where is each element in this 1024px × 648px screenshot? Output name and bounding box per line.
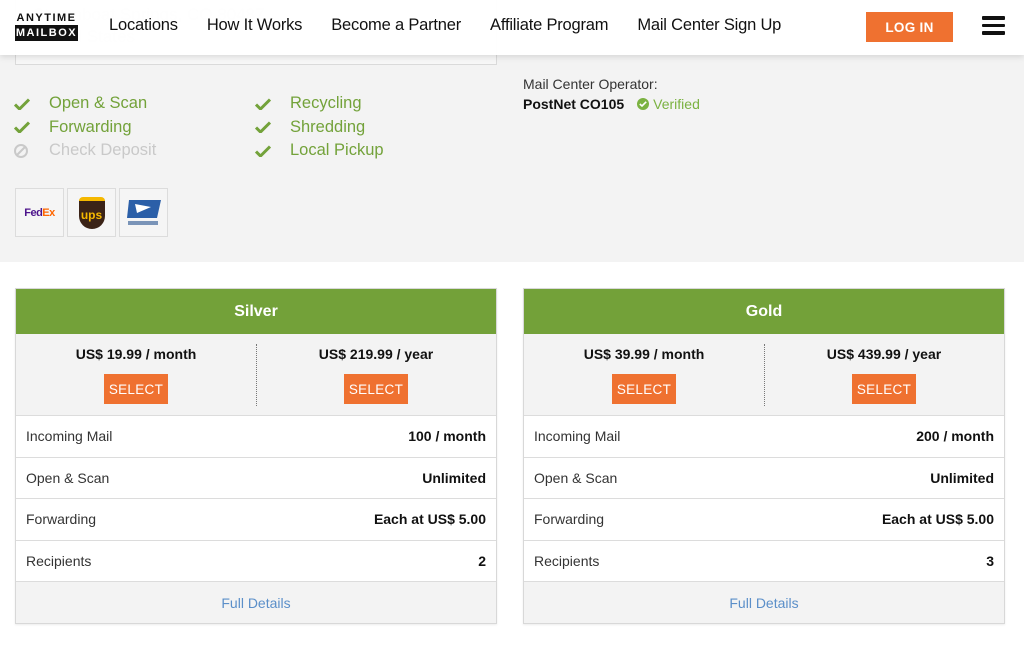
feature-label: Shredding <box>290 117 366 136</box>
feature-check-deposit: Check Deposit <box>14 139 234 163</box>
feature-label: Recycling <box>290 94 362 113</box>
feature-open-scan: Open & Scan <box>14 92 234 116</box>
mail-center-operator: Mail Center Operator: PostNet CO105 Veri… <box>523 76 700 112</box>
monthly-price-option: US$ 19.99 / month SELECT <box>16 334 256 415</box>
verified-badge: Verified <box>637 96 700 112</box>
price-divider <box>764 344 765 406</box>
nav-affiliate-program[interactable]: Affiliate Program <box>490 16 608 35</box>
site-header: ANYTIME MAILBOX Locations How It Works B… <box>0 0 1024 55</box>
price-row: US$ 19.99 / month SELECT US$ 219.99 / ye… <box>16 334 496 416</box>
nav-locations[interactable]: Locations <box>109 16 178 35</box>
feature-column-1: Open & Scan Forwarding Check Deposit <box>14 92 234 163</box>
plan-feature-row: Incoming Mail 200 / month <box>524 416 1004 458</box>
feature-label: Check Deposit <box>49 141 157 160</box>
check-icon <box>14 121 49 134</box>
plan-feature-row: Forwarding Each at US$ 5.00 <box>16 499 496 541</box>
plan-title: Gold <box>524 289 1004 334</box>
login-button[interactable]: LOG IN <box>866 12 953 42</box>
nav-become-a-partner[interactable]: Become a Partner <box>331 16 461 35</box>
feature-column-2: Recycling Shredding Local Pickup <box>255 92 475 163</box>
feature-forwarding: Forwarding <box>14 116 234 140</box>
plan-feature-row: Recipients 2 <box>16 541 496 582</box>
feature-label: Forwarding <box>49 117 132 136</box>
feature-label: Open & Scan <box>49 94 148 113</box>
price-divider <box>256 344 257 406</box>
feature-shredding: Shredding <box>255 116 475 140</box>
plan-footer: Full Details <box>16 582 496 623</box>
carrier-logos: FedEx ups <box>15 188 168 237</box>
ban-icon <box>14 143 49 158</box>
monthly-price: US$ 19.99 / month <box>75 346 197 362</box>
plan-feature-row: Recipients 3 <box>524 541 1004 582</box>
check-icon <box>255 121 290 134</box>
plan-title: Silver <box>16 289 496 334</box>
nav-how-it-works[interactable]: How It Works <box>207 16 303 35</box>
select-yearly-button[interactable]: SELECT <box>344 374 408 404</box>
ups-logo: ups <box>67 188 116 237</box>
feature-recycling: Recycling <box>255 92 475 116</box>
verified-label: Verified <box>653 96 700 112</box>
feature-label: Local Pickup <box>290 141 384 160</box>
plan-card-silver: Silver US$ 19.99 / month SELECT US$ 219.… <box>15 288 497 624</box>
yearly-price-option: US$ 219.99 / year SELECT <box>256 334 496 415</box>
plan-feature-row: Open & Scan Unlimited <box>16 458 496 499</box>
plan-card-gold: Gold US$ 39.99 / month SELECT US$ 439.99… <box>523 288 1005 624</box>
nav-mail-center-sign-up[interactable]: Mail Center Sign Up <box>637 16 781 35</box>
plan-feature-row: Open & Scan Unlimited <box>524 458 1004 499</box>
check-icon <box>255 98 290 110</box>
verified-check-icon <box>637 98 650 110</box>
monthly-price-option: US$ 39.99 / month SELECT <box>524 334 764 415</box>
monthly-price: US$ 39.99 / month <box>583 346 705 362</box>
yearly-price: US$ 439.99 / year <box>826 346 942 362</box>
main-nav: Locations How It Works Become a Partner … <box>109 16 810 35</box>
yearly-price: US$ 219.99 / year <box>318 346 434 362</box>
check-icon <box>255 145 290 157</box>
anytime-mailbox-logo[interactable]: ANYTIME MAILBOX <box>15 12 78 41</box>
price-row: US$ 39.99 / month SELECT US$ 439.99 / ye… <box>524 334 1004 416</box>
select-yearly-button[interactable]: SELECT <box>852 374 916 404</box>
plan-feature-row: Forwarding Each at US$ 5.00 <box>524 499 1004 541</box>
operator-label: Mail Center Operator: <box>523 76 658 92</box>
yearly-price-option: US$ 439.99 / year SELECT <box>764 334 1004 415</box>
operator-name: PostNet CO105 <box>523 96 625 112</box>
page: Steamboat Springs, CO 80487 United State… <box>0 0 1024 648</box>
select-monthly-button[interactable]: SELECT <box>104 374 168 404</box>
feature-local-pickup: Local Pickup <box>255 139 475 163</box>
plan-feature-row: Incoming Mail 100 / month <box>16 416 496 458</box>
plan-footer: Full Details <box>524 582 1004 623</box>
full-details-link[interactable]: Full Details <box>221 595 290 611</box>
fedex-logo: FedEx <box>15 188 64 237</box>
select-monthly-button[interactable]: SELECT <box>612 374 676 404</box>
full-details-link[interactable]: Full Details <box>729 595 798 611</box>
check-icon <box>14 98 49 110</box>
hamburger-icon[interactable] <box>982 16 1005 35</box>
usps-logo <box>119 188 168 237</box>
